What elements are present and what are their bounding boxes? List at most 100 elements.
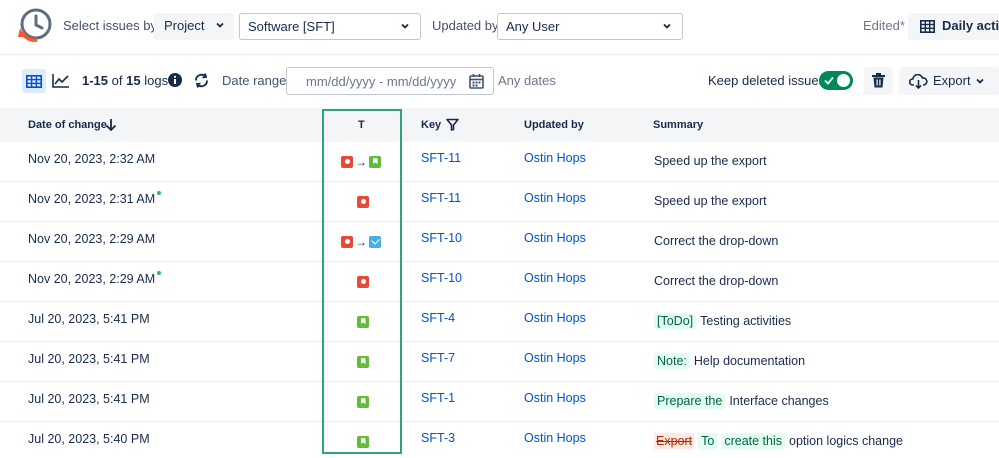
logs-suffix: logs: [144, 73, 169, 88]
table-grid-icon: [920, 20, 935, 33]
user-select-value: Any User: [506, 19, 560, 34]
issue-type-cell: →: [341, 154, 381, 169]
summary-text: option logics change: [789, 434, 903, 448]
issue-type-cell: [357, 354, 369, 368]
summary-text: Speed up the export: [654, 194, 767, 208]
summary-added-tag: create this: [721, 433, 786, 449]
issue-key-link[interactable]: SFT-1: [421, 391, 455, 405]
project-select[interactable]: Software [SFT]: [239, 13, 421, 40]
change-date-text: Jul 20, 2023, 5:41 PM: [28, 352, 150, 366]
issue-type-cell: [357, 274, 369, 288]
date-range-input[interactable]: mm/dd/yyyy - mm/dd/yyyy: [286, 67, 494, 95]
issue-key-link[interactable]: SFT-11: [421, 151, 461, 165]
column-date[interactable]: Date of change: [28, 119, 107, 131]
refresh-icon[interactable]: [193, 72, 210, 89]
change-date: Nov 20, 2023, 2:31 AM: [28, 191, 162, 206]
summary-text: Speed up the export: [654, 154, 767, 168]
user-link[interactable]: Ostin Hops: [524, 151, 586, 165]
table-view-icon: [26, 74, 42, 88]
chart-view-button[interactable]: [49, 69, 73, 93]
table-header: Date of change T Key Updated by Summary: [0, 108, 999, 142]
column-key[interactable]: Key: [421, 119, 441, 131]
summary-cell: [ToDo] Testing activities: [654, 313, 791, 329]
change-date-text: Nov 20, 2023, 2:29 AM: [28, 272, 156, 286]
issue-key-link[interactable]: SFT-4: [421, 311, 455, 325]
issue-key-link[interactable]: SFT-10: [421, 271, 462, 285]
change-date-text: Jul 20, 2023, 5:40 PM: [28, 432, 150, 446]
user-link[interactable]: Ostin Hops: [524, 311, 586, 325]
history-clock-logo-icon: [18, 8, 52, 42]
summary-added-tag: Prepare the: [654, 393, 726, 409]
task-icon: [369, 235, 381, 248]
chevron-down-icon: [216, 22, 224, 28]
toggle-knob: [837, 74, 850, 87]
check-icon: [824, 76, 834, 85]
issue-key-link[interactable]: SFT-3: [421, 431, 455, 445]
any-dates-link[interactable]: Any dates: [498, 73, 556, 88]
issue-type-cell: [357, 394, 369, 408]
delete-button[interactable]: [864, 67, 893, 95]
table-row: Jul 20, 2023, 5:41 PM SFT-1 Ostin Hops Prep…: [0, 382, 999, 422]
column-type[interactable]: T: [358, 119, 365, 131]
issue-key-link[interactable]: SFT-11: [421, 191, 461, 205]
column-updated-by[interactable]: Updated by: [524, 119, 584, 131]
change-date-text: Jul 20, 2023, 5:41 PM: [28, 392, 150, 406]
story-icon: [357, 395, 369, 408]
user-link[interactable]: Ostin Hops: [524, 431, 586, 445]
select-issues-label: Select issues by:: [63, 18, 161, 33]
change-date-text: Nov 20, 2023, 2:29 AM: [28, 232, 156, 246]
export-button[interactable]: Export: [899, 67, 999, 95]
keep-deleted-toggle[interactable]: [819, 71, 853, 90]
summary-text: Help documentation: [693, 354, 806, 368]
table-row: Nov 20, 2023, 2:29 AM SFT-10 Ostin Hops Cor…: [0, 262, 999, 302]
issue-type-cell: [357, 194, 369, 208]
change-date: Nov 20, 2023, 2:29 AM: [28, 271, 162, 286]
story-icon: [369, 155, 381, 168]
user-link[interactable]: Ostin Hops: [524, 391, 586, 405]
updated-by-label: Updated by:: [432, 18, 503, 33]
summary-added-tag: To: [698, 433, 718, 449]
bug-icon: [357, 275, 369, 288]
summary-text: Interface changes: [729, 394, 829, 408]
change-date-text: Nov 20, 2023, 2:31 AM: [28, 192, 156, 206]
change-date-text: Jul 20, 2023, 5:41 PM: [28, 312, 150, 326]
change-date: Jul 20, 2023, 5:41 PM: [28, 352, 150, 366]
user-select[interactable]: Any User: [497, 13, 683, 40]
issue-key-link[interactable]: SFT-7: [421, 351, 455, 365]
keep-deleted-label: Keep deleted issues: [708, 73, 826, 88]
change-date: Jul 20, 2023, 5:41 PM: [28, 392, 150, 406]
scope-select[interactable]: Project: [154, 13, 234, 40]
scope-select-value: Project: [164, 18, 205, 33]
info-icon[interactable]: [168, 73, 182, 87]
calendar-icon[interactable]: [469, 74, 484, 89]
summary-text: Correct the drop-down: [654, 234, 779, 248]
user-link[interactable]: Ostin Hops: [524, 231, 586, 245]
user-link[interactable]: Ostin Hops: [524, 351, 586, 365]
new-indicator-dot: [157, 191, 162, 195]
change-date: Jul 20, 2023, 5:40 PM: [28, 432, 150, 446]
summary-cell: Speed up the export: [654, 154, 767, 168]
user-link[interactable]: Ostin Hops: [524, 191, 586, 205]
logs-range: 1-15: [82, 73, 109, 88]
user-link[interactable]: Ostin Hops: [524, 271, 586, 285]
arrow-down-sort-icon[interactable]: [105, 118, 117, 132]
summary-text: Correct the drop-down: [654, 274, 779, 288]
daily-activity-button[interactable]: Daily activi: [908, 13, 999, 40]
table-row: Nov 20, 2023, 2:29 AM → SFT-10 Ostin Hops Co…: [0, 222, 999, 262]
table-row: Jul 20, 2023, 5:41 PM SFT-4 Ostin Hops [ToD…: [0, 302, 999, 342]
logs-count: 1-15 of 15 logs: [82, 73, 168, 88]
filter-icon[interactable]: [446, 118, 459, 131]
chevron-down-icon: [401, 23, 409, 29]
column-summary[interactable]: Summary: [653, 119, 703, 131]
issue-key-link[interactable]: SFT-10: [421, 231, 462, 245]
edited-indicator: Edited*: [863, 18, 905, 33]
table-view-button[interactable]: [22, 69, 46, 93]
trash-icon: [872, 73, 885, 88]
change-date-text: Nov 20, 2023, 2:32 AM: [28, 152, 156, 166]
logs-total: 15: [126, 73, 141, 88]
bug-icon: [341, 235, 353, 248]
table-row: Jul 20, 2023, 5:41 PM SFT-7 Ostin Hops Note…: [0, 342, 999, 382]
line-chart-icon: [52, 74, 69, 88]
arrow-right-icon: →: [355, 154, 367, 169]
date-range-label: Date range:: [222, 73, 290, 88]
